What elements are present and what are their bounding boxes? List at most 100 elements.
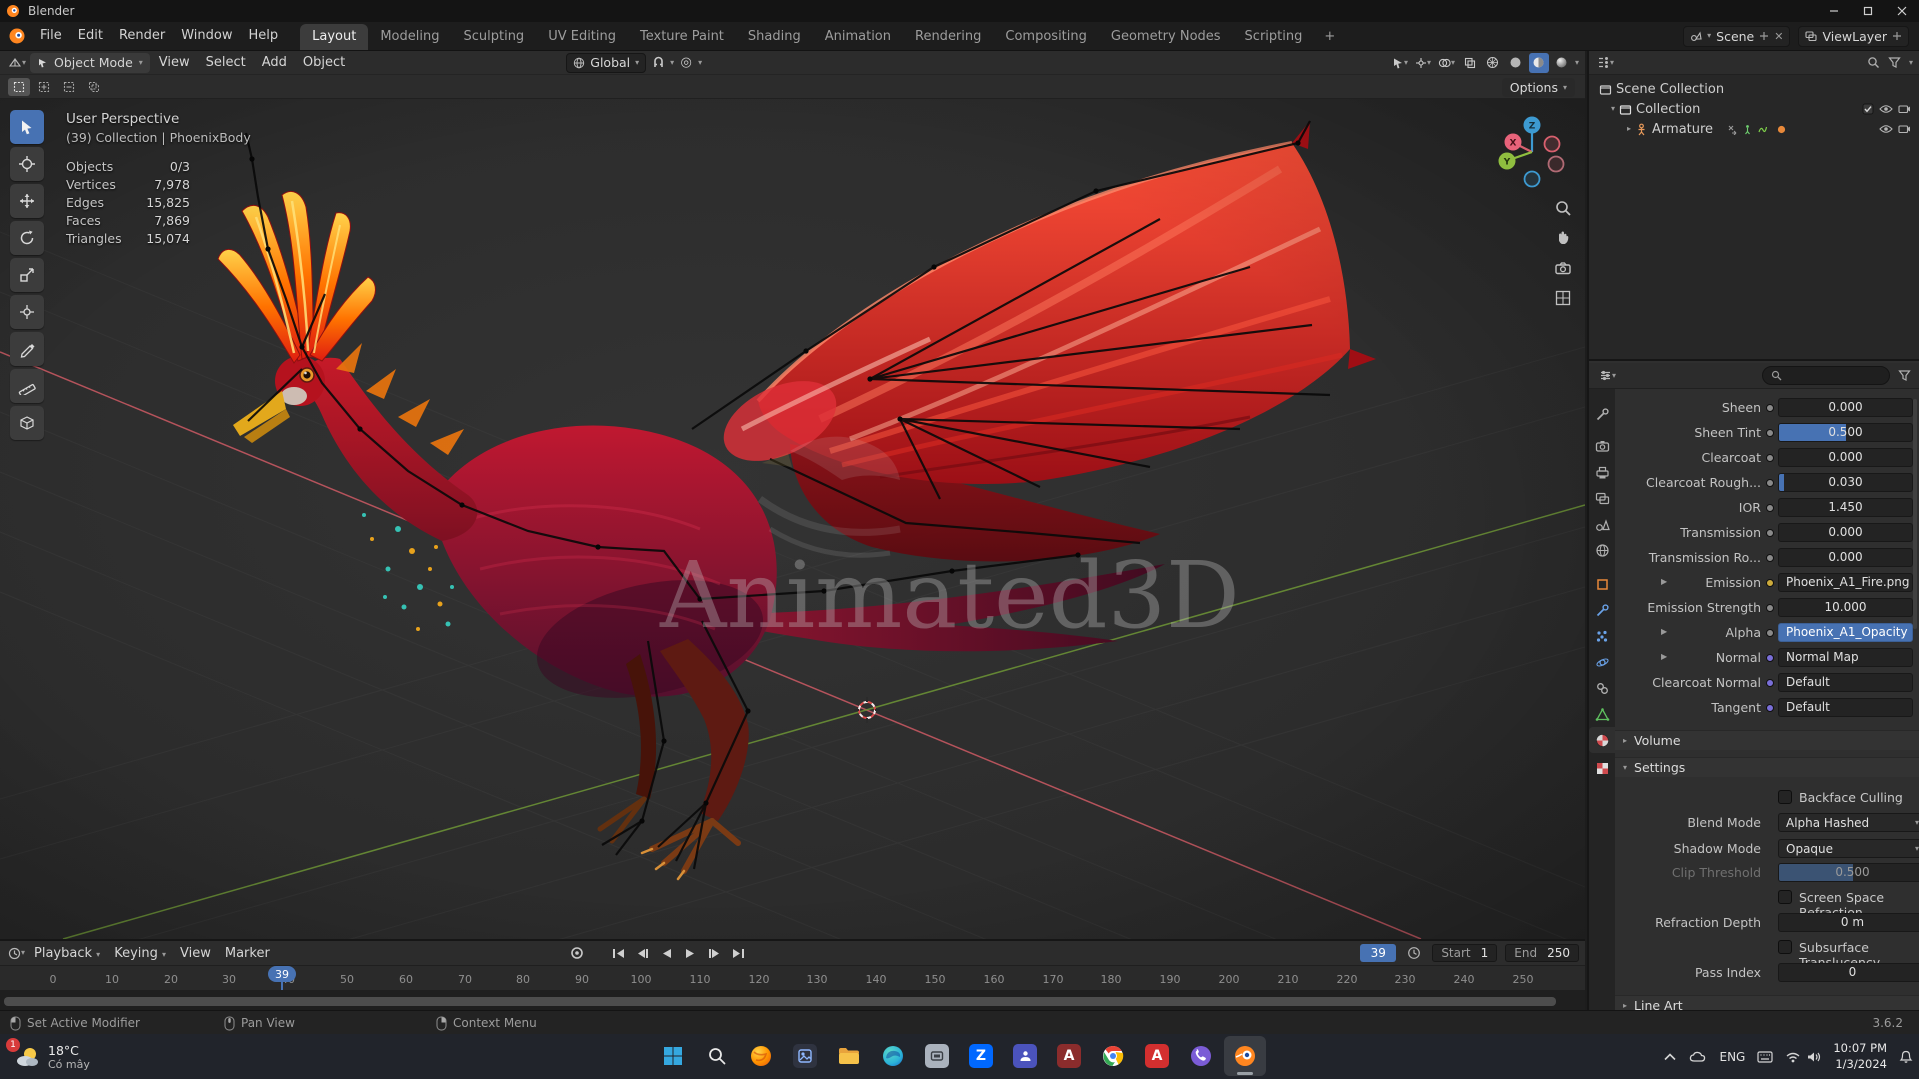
select-mode-extend-icon[interactable]: [33, 78, 55, 96]
properties-tab-object-data[interactable]: [1589, 701, 1615, 727]
playback-menu[interactable]: Playback ▾: [27, 946, 107, 961]
pan-hand-icon[interactable]: [1550, 225, 1576, 251]
normal-map-field[interactable]: Normal Map: [1778, 648, 1913, 667]
workspace-tab-uv-editing[interactable]: UV Editing: [536, 24, 628, 50]
proportional-options-chevron[interactable]: ▾: [698, 58, 702, 67]
menu-window[interactable]: Window: [173, 22, 240, 50]
emission-texture-field[interactable]: Phoenix_A1_Fire.png: [1778, 573, 1913, 592]
properties-scrollbar[interactable]: [1913, 399, 1917, 629]
workspace-tab-layout[interactable]: Layout: [300, 24, 369, 50]
taskbar-clock[interactable]: 10:07 PM 1/3/2024: [1833, 1041, 1887, 1072]
hidden-icons-chevron[interactable]: [1663, 1052, 1677, 1062]
timeline-marker-menu[interactable]: Marker: [218, 946, 277, 961]
preview-range-clock-icon[interactable]: [1404, 943, 1424, 963]
editor-type-timeline-icon[interactable]: ▾: [6, 943, 27, 963]
editor-type-outliner-icon[interactable]: ▾: [1595, 53, 1616, 73]
prev-keyframe-button[interactable]: [633, 944, 653, 962]
properties-tab-world[interactable]: [1589, 537, 1615, 563]
zalo-icon[interactable]: Z: [960, 1036, 1002, 1076]
frame-start-field[interactable]: Start 1: [1432, 944, 1498, 962]
properties-tab-physics[interactable]: [1589, 649, 1615, 675]
workspace-tab-modeling[interactable]: Modeling: [368, 24, 451, 50]
volume-panel-header[interactable]: ▸ Volume: [1615, 730, 1919, 750]
workspace-tab-sculpting[interactable]: Sculpting: [451, 24, 536, 50]
scene-selector[interactable]: ▾ Scene ✕: [1683, 25, 1791, 47]
keying-menu[interactable]: Keying ▾: [107, 946, 173, 961]
workspace-tab-rendering[interactable]: Rendering: [903, 24, 993, 50]
properties-tab-output[interactable]: [1589, 459, 1615, 485]
filter-icon[interactable]: [1898, 369, 1911, 382]
chevron-down-icon[interactable]: ▾: [1909, 58, 1913, 67]
scrollbar-thumb[interactable]: [4, 997, 1556, 1006]
outliner-row-collection[interactable]: ▾ Collection: [1589, 99, 1919, 119]
properties-search-input[interactable]: [1762, 366, 1890, 385]
hide-eye-icon[interactable]: [1879, 124, 1893, 134]
render-camera-icon[interactable]: [1898, 104, 1911, 114]
properties-tab-scene[interactable]: [1589, 511, 1615, 537]
alpha-texture-field[interactable]: Phoenix_A1_Opacity: [1778, 623, 1913, 642]
properties-tab-material[interactable]: [1589, 727, 1615, 753]
teams-icon[interactable]: [1004, 1036, 1046, 1076]
new-scene-icon[interactable]: [1759, 31, 1769, 41]
new-viewlayer-icon[interactable]: [1892, 31, 1902, 41]
unlink-scene-icon[interactable]: ✕: [1774, 30, 1783, 43]
workspace-tab-animation[interactable]: Animation: [813, 24, 903, 50]
properties-tab-particles[interactable]: [1589, 623, 1615, 649]
close-button[interactable]: [1885, 0, 1919, 22]
line-art-panel-header[interactable]: ▸ Line Art: [1615, 995, 1919, 1010]
next-keyframe-button[interactable]: [705, 944, 725, 962]
properties-tab-modifiers[interactable]: [1589, 597, 1615, 623]
screen-space-refraction-checkbox[interactable]: [1778, 890, 1792, 904]
workspace-tab-compositing[interactable]: Compositing: [993, 24, 1099, 50]
viber-icon[interactable]: [1180, 1036, 1222, 1076]
editor-type-properties-icon[interactable]: ▾: [1597, 366, 1618, 386]
properties-tab-object[interactable]: [1589, 571, 1615, 597]
shading-wireframe-icon[interactable]: [1483, 53, 1503, 73]
editor-type-viewport-icon[interactable]: ▾: [6, 53, 28, 73]
search-icon[interactable]: [1867, 56, 1880, 69]
jump-to-start-button[interactable]: [609, 944, 629, 962]
settings-panel-header[interactable]: ▾ Settings: [1615, 757, 1919, 777]
add-cube-tool[interactable]: [10, 406, 44, 440]
file-explorer-icon[interactable]: [828, 1036, 870, 1076]
shading-rendered-icon[interactable]: [1552, 53, 1572, 73]
expand-icon[interactable]: ▾: [1611, 105, 1615, 113]
proportional-editing-toggle[interactable]: ◎: [676, 53, 696, 73]
transmission-roughness-input[interactable]: 0.000: [1778, 548, 1913, 567]
outliner-row-scene-collection[interactable]: Scene Collection: [1589, 79, 1919, 99]
touch-keyboard-icon[interactable]: [1757, 1050, 1773, 1063]
workspace-tab-texture-paint[interactable]: Texture Paint: [628, 24, 736, 50]
shading-options-chevron[interactable]: ▾: [1575, 58, 1579, 67]
backface-culling-checkbox[interactable]: [1778, 790, 1792, 804]
blend-mode-dropdown[interactable]: Alpha Hashed ▾: [1778, 813, 1919, 832]
properties-tab-viewlayer[interactable]: [1589, 485, 1615, 511]
language-indicator[interactable]: ENG: [1719, 1050, 1745, 1064]
workspace-tab-geometry-nodes[interactable]: Geometry Nodes: [1099, 24, 1233, 50]
shading-material-preview-icon[interactable]: [1528, 52, 1549, 73]
viewport-menu-add[interactable]: Add: [255, 55, 294, 70]
annotate-tool[interactable]: [10, 332, 44, 366]
select-mode-subtract-icon[interactable]: [58, 78, 80, 96]
menu-edit[interactable]: Edit: [70, 22, 111, 50]
render-camera-icon[interactable]: [1898, 124, 1911, 134]
menu-file[interactable]: File: [32, 22, 70, 50]
timeline-view-menu[interactable]: View: [173, 946, 218, 961]
timeline-scrollbar[interactable]: [0, 990, 1585, 1012]
clearcoat-roughness-slider[interactable]: 0.030: [1778, 473, 1913, 492]
photos-icon[interactable]: [784, 1036, 826, 1076]
overlays-toggle-icon[interactable]: ▾: [1436, 53, 1457, 73]
select-box-tool[interactable]: [10, 110, 44, 144]
filter-icon[interactable]: [1888, 56, 1901, 69]
timeline-ruler[interactable]: 0 10 20 30 40 50 60 70 80 90 100 110 120…: [0, 966, 1585, 990]
viewport-menu-select[interactable]: Select: [199, 55, 253, 70]
blender-taskbar-icon[interactable]: [1224, 1036, 1266, 1076]
menu-render[interactable]: Render: [111, 22, 173, 50]
search-icon[interactable]: [696, 1036, 738, 1076]
xray-toggle-icon[interactable]: [1460, 53, 1480, 73]
access-icon[interactable]: A: [1048, 1036, 1090, 1076]
notification-bell-icon[interactable]: [1899, 1050, 1913, 1064]
move-tool[interactable]: [10, 184, 44, 218]
snap-toggle[interactable]: [648, 53, 668, 73]
viewport-canvas[interactable]: Animated3D: [0, 99, 1585, 939]
transform-orientation-dropdown[interactable]: Global ▾: [566, 52, 647, 73]
